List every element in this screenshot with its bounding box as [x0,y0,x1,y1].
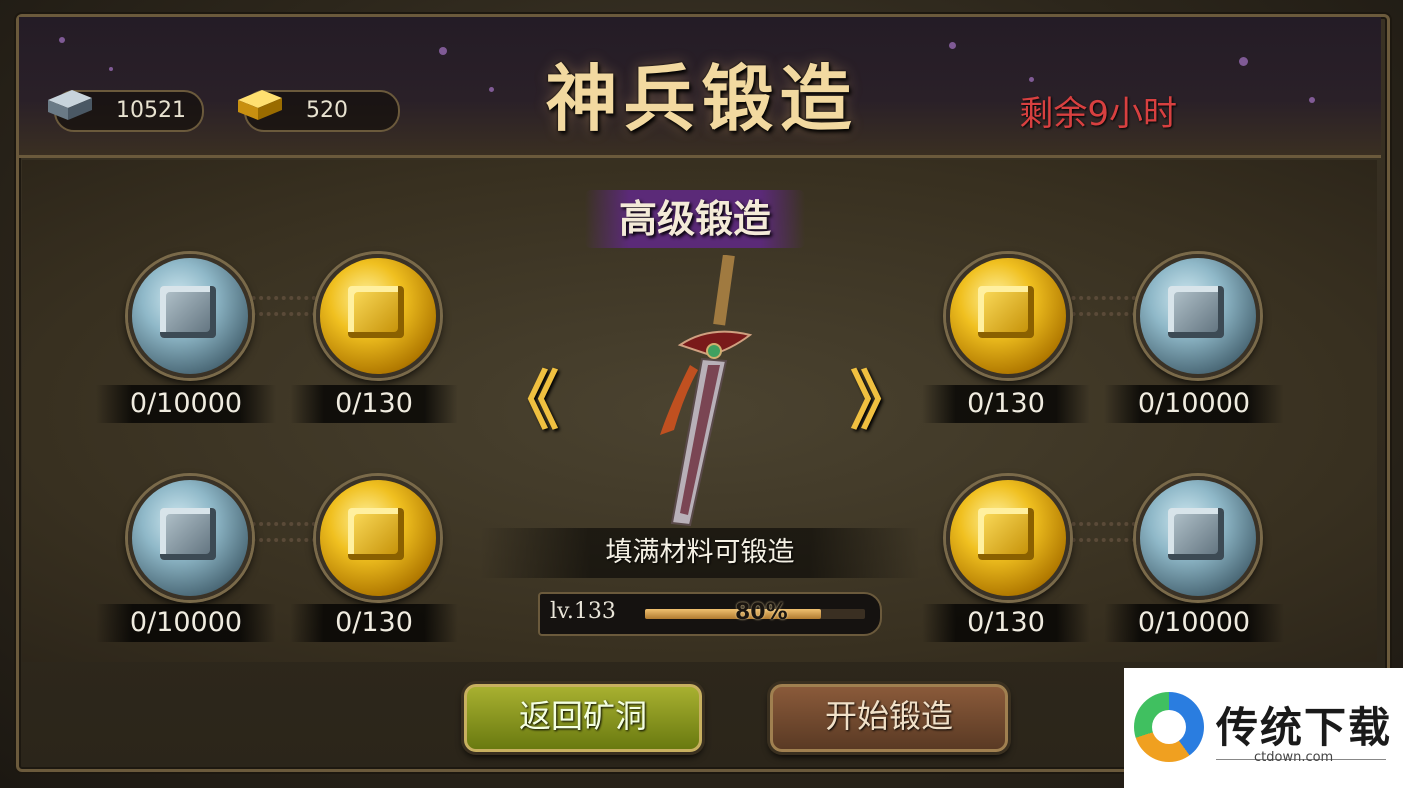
page-title: 神兵锻造 [545,56,858,141]
gold-cube-icon [348,286,404,338]
chain-link [244,522,316,542]
watermark-logo-icon [1134,692,1204,762]
watermark: 传统下载 ctdown.com [1124,668,1403,788]
iron-material-slot[interactable] [1136,476,1260,600]
chain-link [1064,522,1136,542]
iron-cube-icon [1168,508,1224,560]
start-forge-button[interactable]: 开始锻造 [770,684,1008,752]
gold-count: 0/130 [922,385,1090,423]
gold-material-slot[interactable] [946,254,1070,378]
iron-count: 0/10000 [1104,604,1284,642]
forge-tier-banner: 高级锻造 [585,190,805,248]
progress-fill [645,609,821,619]
forge-tier-label: 高级锻造 [618,196,771,241]
gold-cube-icon [978,286,1034,338]
gold-count: 0/130 [922,604,1090,642]
gold-material-slot[interactable] [946,476,1070,600]
iron-cube-icon [160,286,216,338]
iron-count: 0/10000 [1104,385,1284,423]
watermark-name: 传统下载 [1216,703,1393,752]
remaining-time: 剩余9小时 [1019,94,1177,134]
iron-cube-icon [1168,286,1224,338]
weapon-level-bar: lv.133 80% [538,592,882,636]
return-mine-button[interactable]: 返回矿洞 [464,684,702,752]
forge-hint: 填满材料可锻造 [480,528,920,578]
prev-weapon-arrow[interactable]: 《 [495,350,559,442]
sword-icon [660,255,753,527]
iron-material-slot[interactable] [128,254,252,378]
gold-material-slot[interactable] [316,476,440,600]
iron-material-slot[interactable] [128,476,252,600]
iron-count: 0/10000 [96,604,276,642]
gold-count: 0/130 [290,604,458,642]
iron-count: 0/10000 [96,385,276,423]
next-weapon-arrow[interactable]: 》 [850,350,914,442]
iron-cube-icon [160,508,216,560]
gold-cube-icon [978,508,1034,560]
weapon-level: lv.133 [550,599,616,624]
gold-cube-icon [348,508,404,560]
watermark-site: ctdown.com [1254,750,1334,765]
gold-material-slot[interactable] [316,254,440,378]
progress-percent: 80% [735,600,788,625]
iron-material-slot[interactable] [1136,254,1260,378]
gold-count: 0/130 [290,385,458,423]
chain-link [1064,296,1136,316]
chain-link [244,296,316,316]
